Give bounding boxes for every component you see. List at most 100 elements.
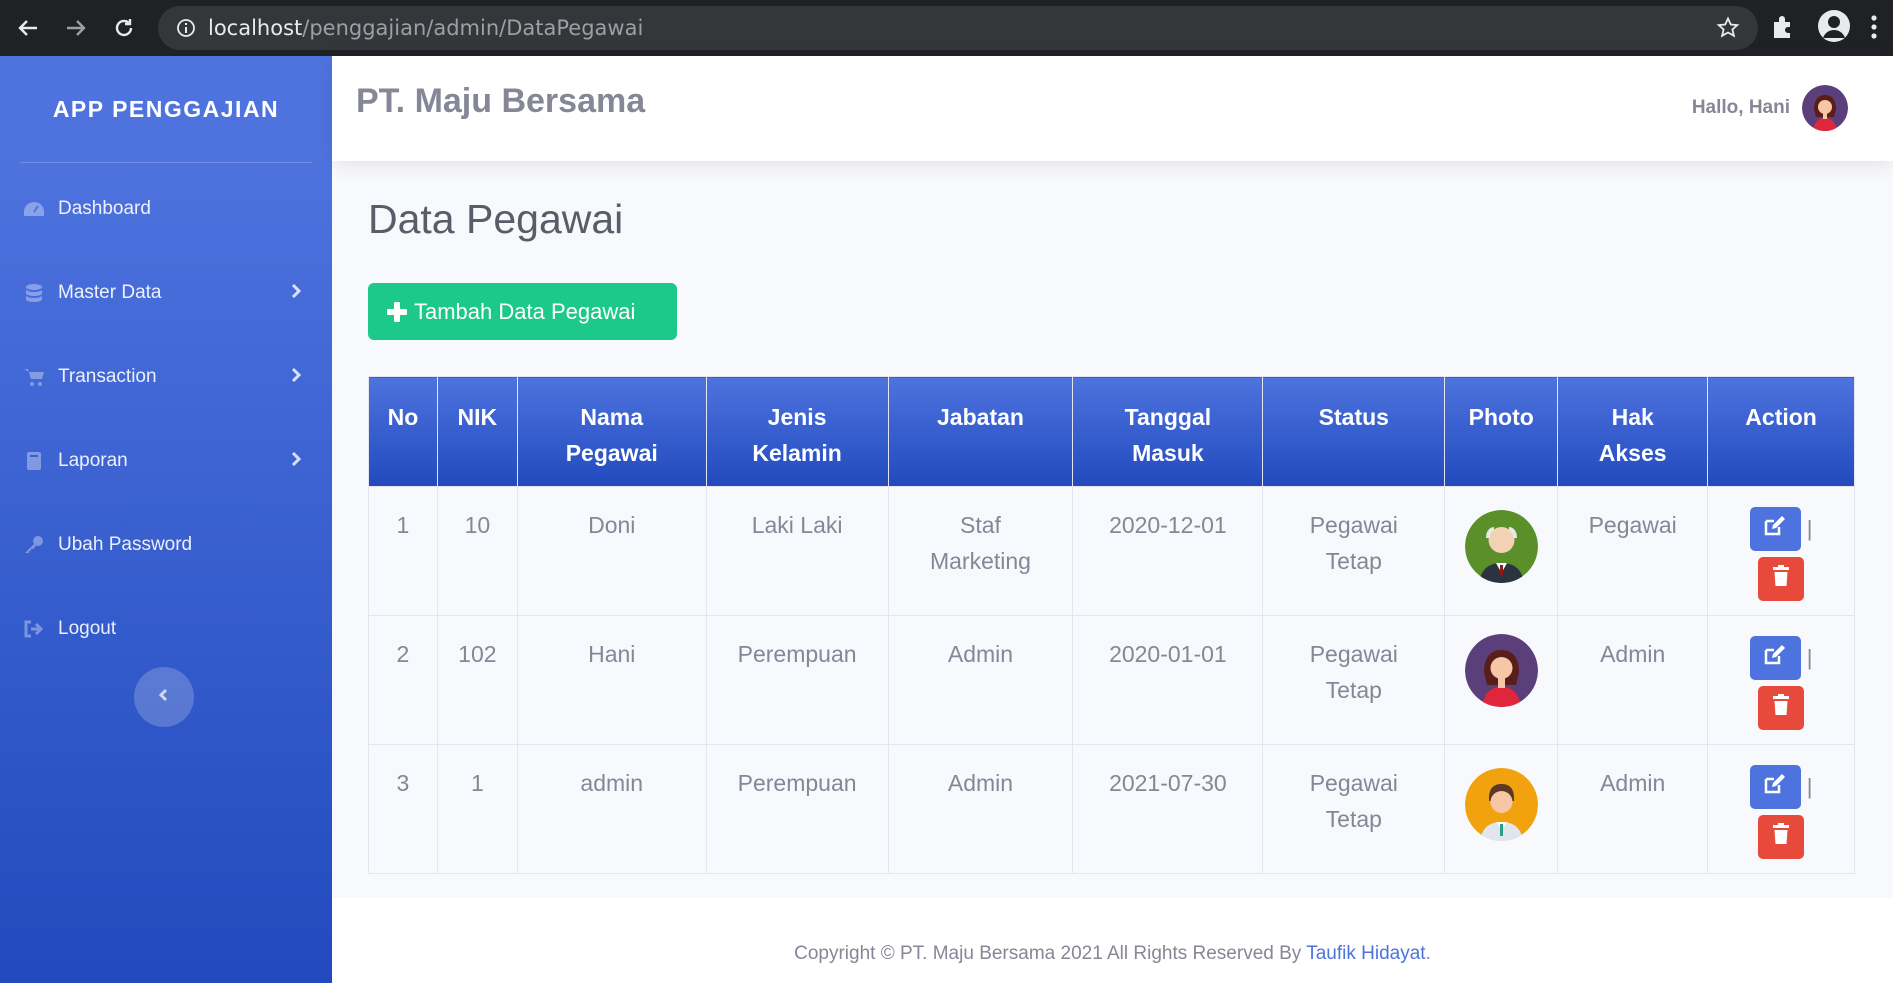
bookmark-star-icon[interactable] xyxy=(1716,16,1740,44)
column-header: Tanggal Masuk xyxy=(1072,376,1264,487)
table-row: 1 10 Doni Laki Laki Staf Marketing 2020-… xyxy=(368,486,1855,616)
sidebar-item-master-data[interactable]: Master Data xyxy=(0,251,332,335)
cell-jenis-kelamin: Perempuan xyxy=(705,744,889,874)
browser-toolbar: localhost/penggajian/admin/DataPegawai xyxy=(0,0,1893,56)
cell-action: | xyxy=(1707,744,1855,874)
company-name: PT. Maju Bersama xyxy=(356,82,646,120)
cell-tanggal-masuk: 2021-07-30 xyxy=(1072,744,1264,874)
cell-jabatan: Staf Marketing xyxy=(887,486,1074,616)
sidebar-item-laporan[interactable]: Laporan xyxy=(0,419,332,503)
cell-nik: 10 xyxy=(436,486,518,616)
man-avatar xyxy=(1464,768,1538,841)
cell-hak-akses: Pegawai xyxy=(1557,486,1709,616)
trash-icon xyxy=(1772,690,1790,726)
sidebar-item-label: Master Data xyxy=(58,282,162,303)
cell-jenis-kelamin: Perempuan xyxy=(705,615,889,745)
user-greeting[interactable]: Hallo, Hani xyxy=(1692,97,1790,119)
edit-button[interactable] xyxy=(1749,765,1801,809)
sidebar-item-dashboard[interactable]: Dashboard xyxy=(0,167,332,251)
column-header: No xyxy=(368,376,438,487)
avatar[interactable] xyxy=(1802,85,1848,131)
back-icon[interactable] xyxy=(6,6,50,50)
chevron-left-icon xyxy=(158,687,170,707)
page-title: Data Pegawai xyxy=(368,196,624,242)
delete-button[interactable] xyxy=(1758,815,1805,859)
chevron-right-icon xyxy=(290,450,302,472)
forward-icon[interactable] xyxy=(54,6,98,50)
table-header-row: No NIK Nama Pegawai Jenis Kelamin Jabata… xyxy=(368,376,1855,487)
sidebar-item-logout[interactable]: Logout xyxy=(0,587,332,671)
column-header: Jenis Kelamin xyxy=(705,376,889,487)
cell-status: Pegawai Tetap xyxy=(1262,486,1446,616)
add-pegawai-button[interactable]: Tambah Data Pegawai xyxy=(368,283,677,340)
action-separator: | xyxy=(1806,774,1813,799)
cell-hak-akses: Admin xyxy=(1557,615,1709,745)
add-pegawai-label: Tambah Data Pegawai xyxy=(414,298,636,324)
database-icon xyxy=(22,282,46,304)
cell-nama: Hani xyxy=(516,615,707,745)
sidebar: APP PENGGAJIAN Dashboard Master Data Tra… xyxy=(0,56,332,983)
sidebar-item-transaction[interactable]: Transaction xyxy=(0,335,332,419)
footer-end: . xyxy=(1425,943,1431,964)
sidebar-item-label: Transaction xyxy=(58,366,157,387)
chevron-right-icon xyxy=(290,282,302,304)
action-separator: | xyxy=(1806,516,1813,541)
woman-avatar xyxy=(1464,634,1538,707)
cart-icon xyxy=(22,366,46,388)
column-header: Nama Pegawai xyxy=(516,376,707,487)
delete-button[interactable] xyxy=(1758,557,1805,601)
cell-no: 2 xyxy=(368,615,438,745)
old-man-avatar xyxy=(1464,510,1538,583)
edit-icon xyxy=(1763,511,1787,547)
cell-photo xyxy=(1444,744,1559,874)
url-host: localhost xyxy=(208,16,303,40)
chevron-right-icon xyxy=(290,366,302,388)
sidebar-item-ubah-password[interactable]: Ubah Password xyxy=(0,503,332,587)
cell-no: 3 xyxy=(368,744,438,874)
cell-hak-akses: Admin xyxy=(1557,744,1709,874)
reload-icon[interactable] xyxy=(102,6,146,50)
key-icon xyxy=(22,534,46,556)
profile-icon[interactable] xyxy=(1818,10,1850,42)
cell-photo xyxy=(1444,615,1559,745)
logout-icon xyxy=(22,618,46,640)
column-header: Action xyxy=(1707,376,1855,487)
cell-nik: 1 xyxy=(436,744,518,874)
cell-jenis-kelamin: Laki Laki xyxy=(705,486,889,616)
footer: Copyright © PT. Maju Bersama 2021 All Ri… xyxy=(332,898,1893,983)
plus-icon xyxy=(386,301,408,323)
sidebar-item-label: Logout xyxy=(58,618,117,639)
info-icon[interactable] xyxy=(174,16,198,40)
copyright-text: Copyright © PT. Maju Bersama 2021 All Ri… xyxy=(794,943,1302,964)
cell-jabatan: Admin xyxy=(887,615,1074,745)
table-row: 2 102 Hani Perempuan Admin 2020-01-01 Pe… xyxy=(368,615,1855,745)
column-header: Jabatan xyxy=(887,376,1074,487)
url-path: /penggajian/admin/DataPegawai xyxy=(302,16,644,40)
edit-button[interactable] xyxy=(1749,507,1801,551)
column-header: Photo xyxy=(1444,376,1559,487)
address-bar[interactable]: localhost/penggajian/admin/DataPegawai xyxy=(158,6,1758,50)
browser-menu-icon[interactable] xyxy=(1870,14,1878,44)
edit-icon xyxy=(1763,769,1787,805)
column-header: Status xyxy=(1262,376,1446,487)
sidebar-item-label: Dashboard xyxy=(58,198,151,219)
sidebar-item-label: Laporan xyxy=(58,450,128,471)
action-separator: | xyxy=(1806,645,1813,670)
sidebar-divider xyxy=(20,162,312,163)
cell-action: | xyxy=(1707,486,1855,616)
cell-no: 1 xyxy=(368,486,438,616)
sidebar-brand[interactable]: APP PENGGAJIAN xyxy=(0,56,332,162)
cell-status: Pegawai Tetap xyxy=(1262,615,1446,745)
cell-jabatan: Admin xyxy=(887,744,1074,874)
delete-button[interactable] xyxy=(1758,686,1805,730)
url-text: localhost/penggajian/admin/DataPegawai xyxy=(208,16,643,40)
trash-icon xyxy=(1772,819,1790,855)
cell-status: Pegawai Tetap xyxy=(1262,744,1446,874)
author-link[interactable]: Taufik Hidayat xyxy=(1306,943,1425,964)
book-icon xyxy=(22,450,46,472)
edit-icon xyxy=(1763,640,1787,676)
edit-button[interactable] xyxy=(1749,636,1801,680)
sidebar-item-label: Ubah Password xyxy=(58,534,193,555)
sidebar-toggle-button[interactable] xyxy=(134,667,194,727)
extensions-icon[interactable] xyxy=(1770,14,1796,44)
